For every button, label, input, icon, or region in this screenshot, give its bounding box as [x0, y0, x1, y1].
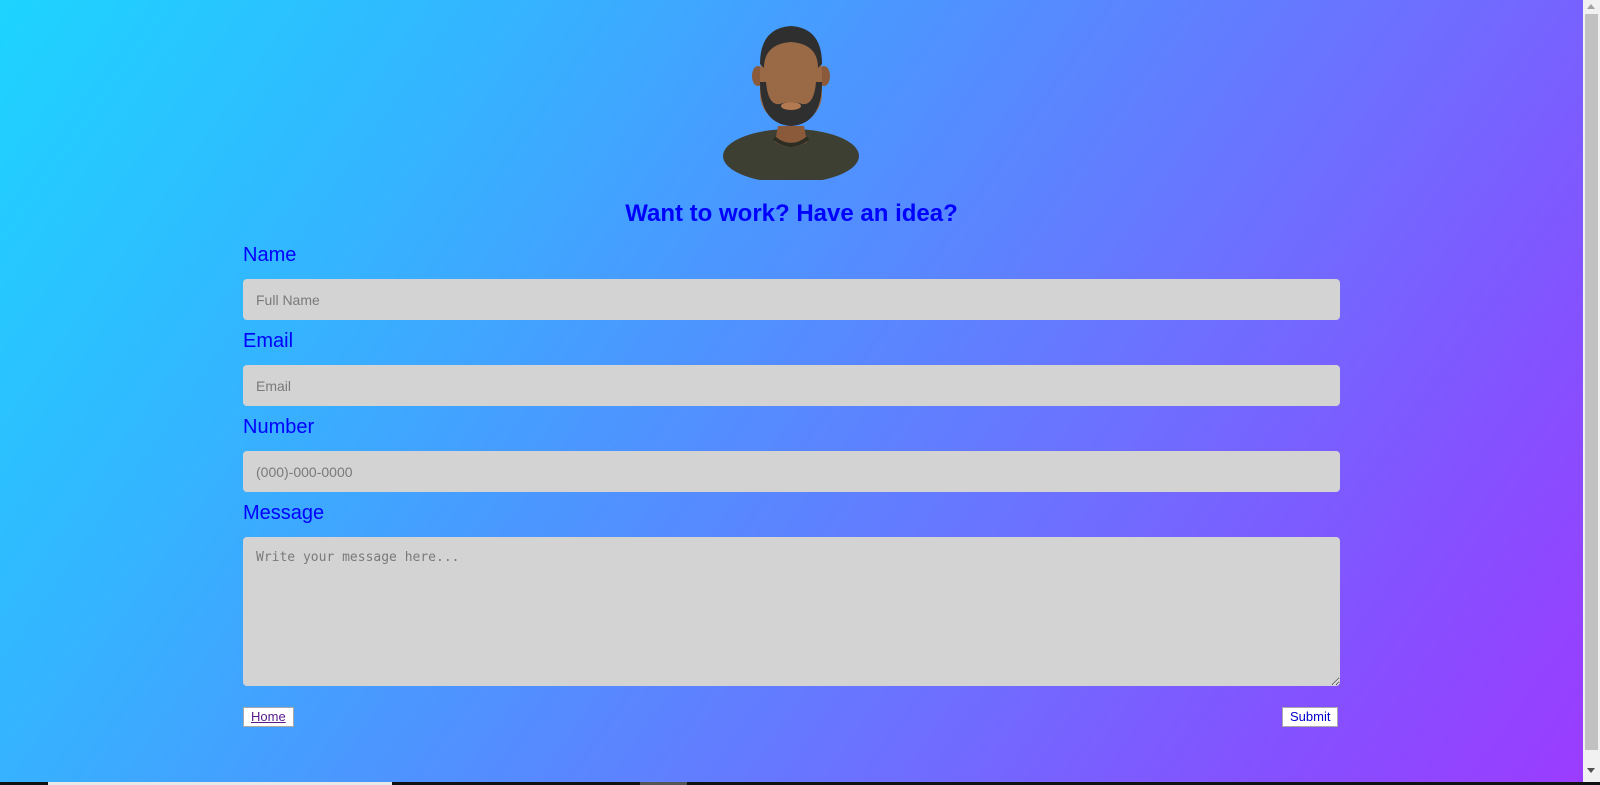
message-label: Message	[243, 502, 325, 524]
home-button[interactable]: Home	[243, 707, 294, 727]
scroll-down-icon[interactable]	[1587, 768, 1595, 773]
name-field[interactable]	[243, 279, 1340, 320]
scroll-up-icon[interactable]	[1587, 4, 1595, 9]
number-field[interactable]	[243, 451, 1340, 492]
scrollbar-thumb[interactable]	[1585, 14, 1598, 750]
vertical-scrollbar[interactable]	[1583, 0, 1600, 785]
email-label: Email	[243, 330, 294, 352]
page-title: Want to work? Have an idea?	[625, 200, 958, 227]
avatar-icon	[723, 26, 859, 180]
email-field[interactable]	[243, 365, 1340, 406]
message-textarea[interactable]	[243, 537, 1340, 686]
name-label: Name	[243, 244, 297, 266]
submit-button[interactable]: Submit	[1282, 707, 1339, 727]
number-label: Number	[243, 416, 315, 438]
page-background: Want to work? Have an idea? Name Email N…	[0, 0, 1583, 785]
